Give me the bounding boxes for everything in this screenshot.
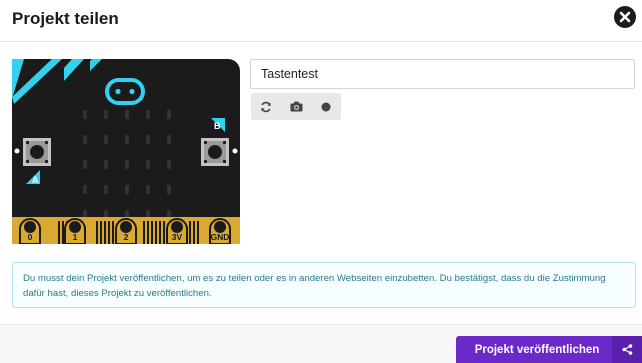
close-icon (619, 11, 631, 23)
simulator-toolbar (251, 93, 341, 120)
camera-icon (290, 101, 302, 112)
publish-notice-text: Du musst dein Projekt veröffentlichen, u… (23, 273, 606, 299)
pin-label-2: 2 (124, 232, 129, 242)
close-button[interactable] (614, 6, 636, 28)
record-icon (321, 102, 331, 111)
dialog-header: Projekt teilen (0, 0, 642, 42)
microbit-simulator[interactable]: A B 0 1 2 3V GND (12, 59, 240, 245)
dialog-title: Projekt teilen (12, 9, 119, 28)
pin-label-gnd: GND (211, 232, 230, 242)
share-icon (621, 344, 632, 355)
pin-label-0: 0 (28, 232, 33, 242)
publish-project-button[interactable]: Projekt veröffentlichen (456, 336, 642, 363)
project-name-input[interactable] (250, 59, 635, 89)
publish-project-label: Projekt veröffentlichen (474, 343, 600, 356)
pin-label-3v: 3V (172, 232, 183, 242)
record-button[interactable] (311, 93, 341, 120)
share-icon-box (612, 336, 642, 363)
button-b-label: B (214, 121, 221, 131)
publish-notice: Du musst dein Projekt veröffentlichen, u… (12, 262, 636, 308)
refresh-icon (261, 101, 271, 112)
edge-connector: 0 1 2 3V GND (12, 217, 240, 245)
microbit-board: A B 0 1 2 3V GND (12, 59, 240, 245)
pin-label-1: 1 (73, 232, 78, 242)
restart-simulator-button[interactable] (251, 93, 281, 120)
screenshot-button[interactable] (281, 93, 311, 120)
button-a-label: A (32, 175, 39, 185)
